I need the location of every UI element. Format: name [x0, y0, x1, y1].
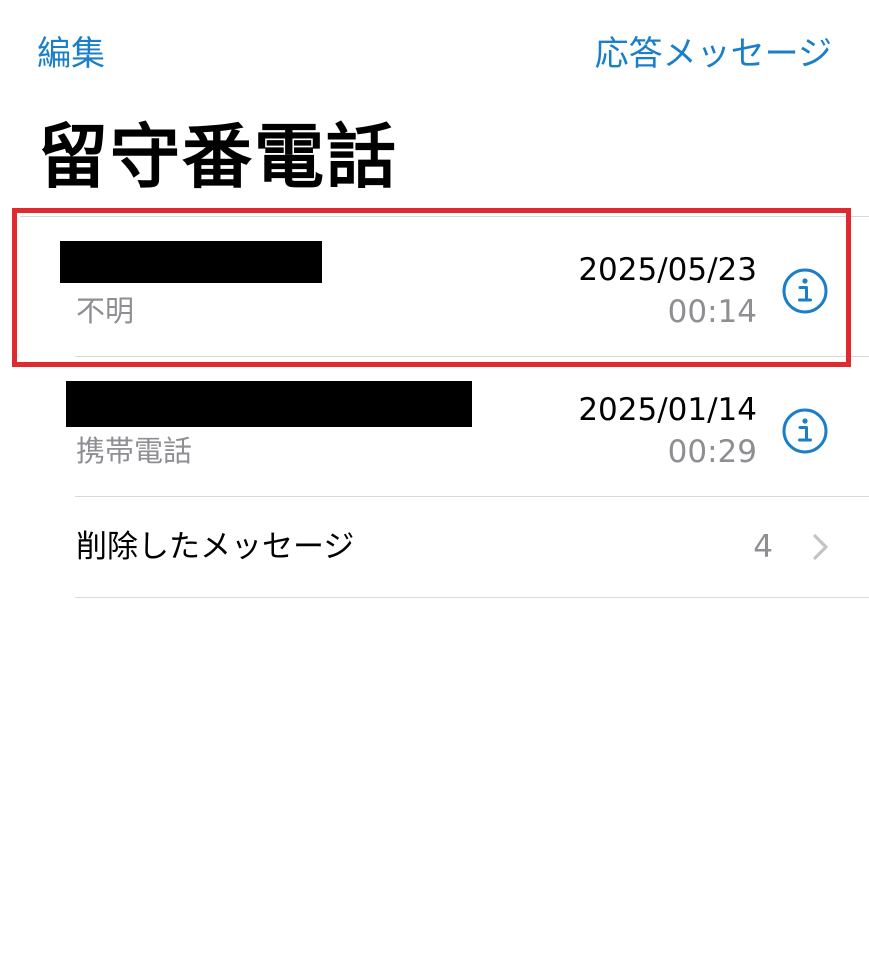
deleted-messages-row[interactable]: 削除したメッセージ 4 [0, 497, 869, 597]
voicemail-date: 2025/01/14 [578, 392, 757, 428]
voicemail-date: 2025/05/23 [578, 252, 757, 288]
info-icon[interactable] [781, 267, 829, 315]
row-separator [75, 356, 869, 357]
voicemail-caller-label: 携帯電話 [76, 434, 193, 468]
voicemail-row[interactable]: 不明 2025/05/23 00:14 [0, 218, 869, 356]
deleted-messages-label: 削除したメッセージ [76, 529, 355, 565]
info-icon[interactable] [781, 407, 829, 455]
row-separator [75, 597, 869, 598]
voicemail-duration: 00:29 [667, 434, 757, 470]
voicemail-duration: 00:14 [667, 294, 757, 330]
chevron-right-icon [813, 534, 828, 560]
voicemail-row[interactable]: 携帯電話 2025/01/14 00:29 [0, 358, 869, 496]
page-title: 留守番電話 [38, 116, 398, 198]
redacted-caller-name [60, 241, 322, 283]
list-top-separator [20, 216, 869, 217]
greeting-button[interactable]: 応答メッセージ [595, 30, 832, 78]
deleted-messages-count: 4 [753, 529, 773, 565]
voicemail-caller-label: 不明 [76, 294, 135, 328]
redacted-caller-name [66, 381, 472, 427]
edit-button[interactable]: 編集 [37, 30, 105, 78]
